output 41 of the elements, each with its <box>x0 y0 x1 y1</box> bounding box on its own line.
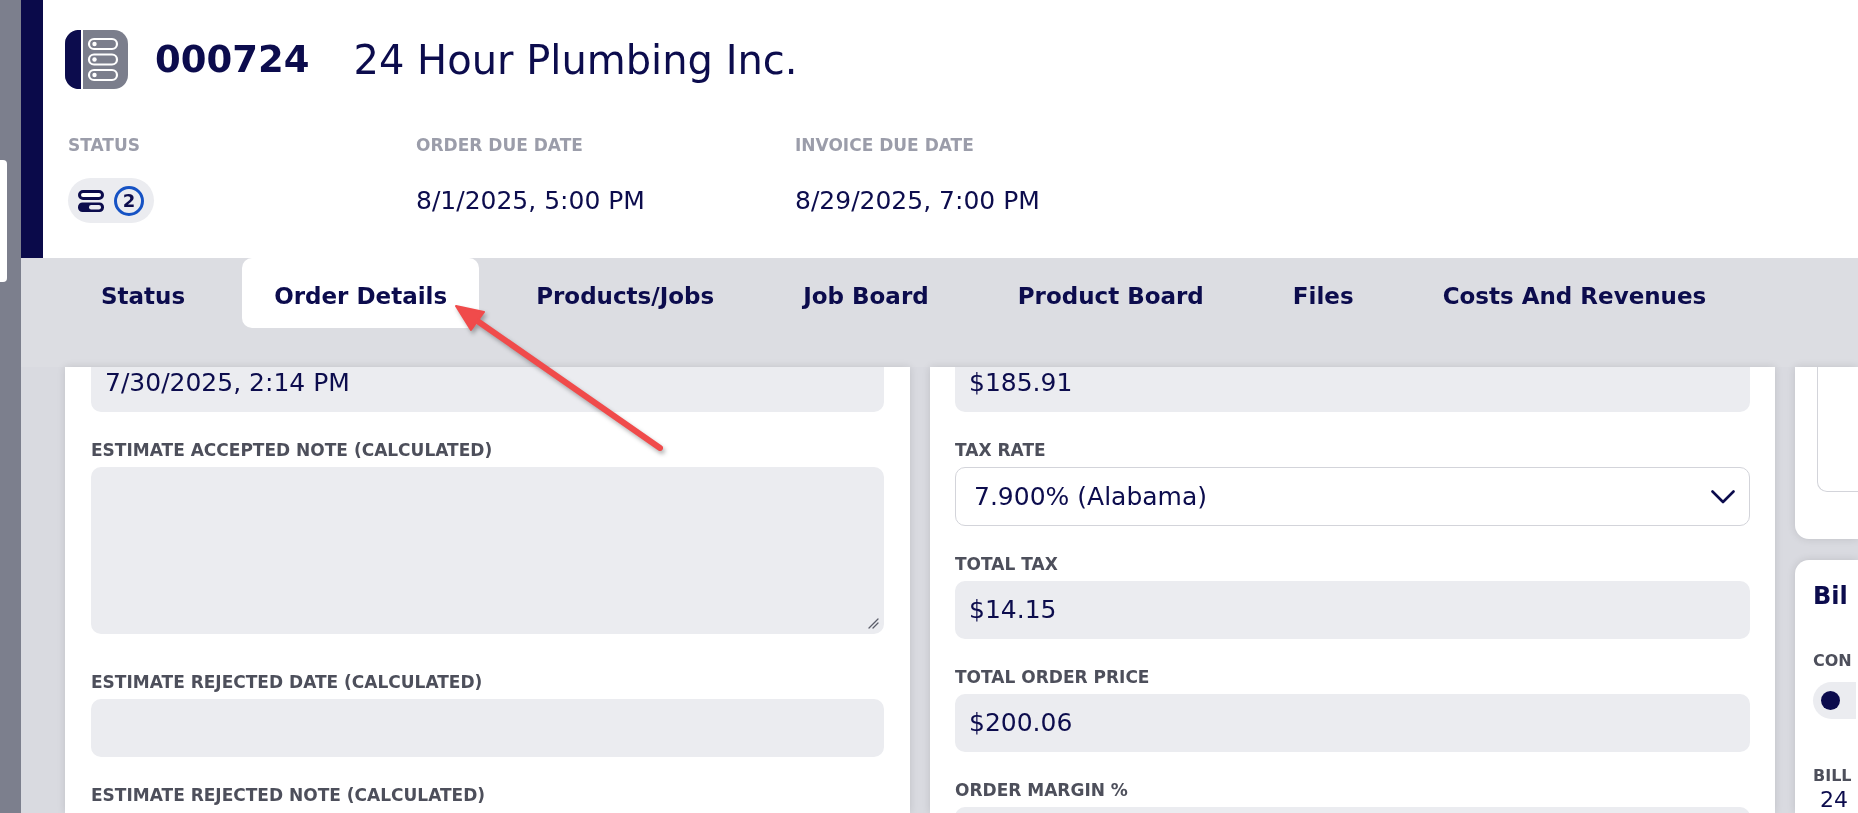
toggle-switch[interactable] <box>1813 682 1856 719</box>
tab[interactable]: Order Details <box>242 258 480 328</box>
tab[interactable]: Files <box>1260 258 1386 328</box>
field-label: TAX RATE <box>955 440 1047 460</box>
drawer-tab[interactable] <box>0 160 7 282</box>
tab[interactable]: Job Board <box>771 258 961 328</box>
field-label: BILL <box>1813 766 1853 786</box>
field-label: ESTIMATE REJECTED NOTE (CALCULATED) <box>91 785 487 805</box>
date-value: 8/29/2025, 7:00 PM <box>795 184 1040 217</box>
field-label: TOTAL TAX <box>955 554 1059 574</box>
field-label: CON <box>1813 651 1853 671</box>
input-field[interactable]: $185.91 <box>955 367 1750 412</box>
input-field[interactable]: 7/30/2025, 2:14 PM <box>91 367 884 412</box>
chevron-down-icon <box>1711 489 1735 504</box>
section-title: Bil <box>1813 581 1849 611</box>
tab[interactable]: Status <box>69 258 218 328</box>
field-label: ESTIMATE REJECTED DATE (CALCULATED) <box>91 672 484 692</box>
textarea-field[interactable] <box>1817 367 1858 492</box>
date-value: 8/1/2025, 5:00 PM <box>416 184 645 217</box>
select-dropdown[interactable]: 7.900% (Alabama) <box>955 467 1750 526</box>
tab[interactable]: Product Board <box>985 258 1236 328</box>
customer-name: 24 Hour Plumbing Inc. <box>353 35 798 84</box>
field-label: ORDER MARGIN % <box>955 780 1129 800</box>
list-icon <box>78 189 104 212</box>
input-field[interactable]: $14.15 <box>955 581 1750 639</box>
field-value: 24 <box>1819 788 1849 812</box>
field-label: ESTIMATE ACCEPTED NOTE (CALCULATED) <box>91 440 494 460</box>
field-label: INVOICE DUE DATE <box>795 135 975 155</box>
textarea-field[interactable] <box>91 467 884 634</box>
tab[interactable]: Products/Jobs <box>504 258 747 328</box>
count-badge: 2 <box>114 185 144 216</box>
tab[interactable]: Costs And Revenues <box>1410 258 1739 328</box>
switch-knob[interactable] <box>1821 691 1840 710</box>
field-label: STATUS <box>68 135 141 155</box>
field-label: TOTAL ORDER PRICE <box>955 667 1151 687</box>
app-logo-icon <box>65 30 128 89</box>
field-label: ORDER DUE DATE <box>416 135 584 155</box>
resize-handle-icon[interactable] <box>868 618 879 629</box>
order-number: 000724 <box>155 36 310 83</box>
status-pill[interactable]: 2 <box>68 178 154 223</box>
input-field[interactable]: $200.06 <box>955 694 1750 752</box>
